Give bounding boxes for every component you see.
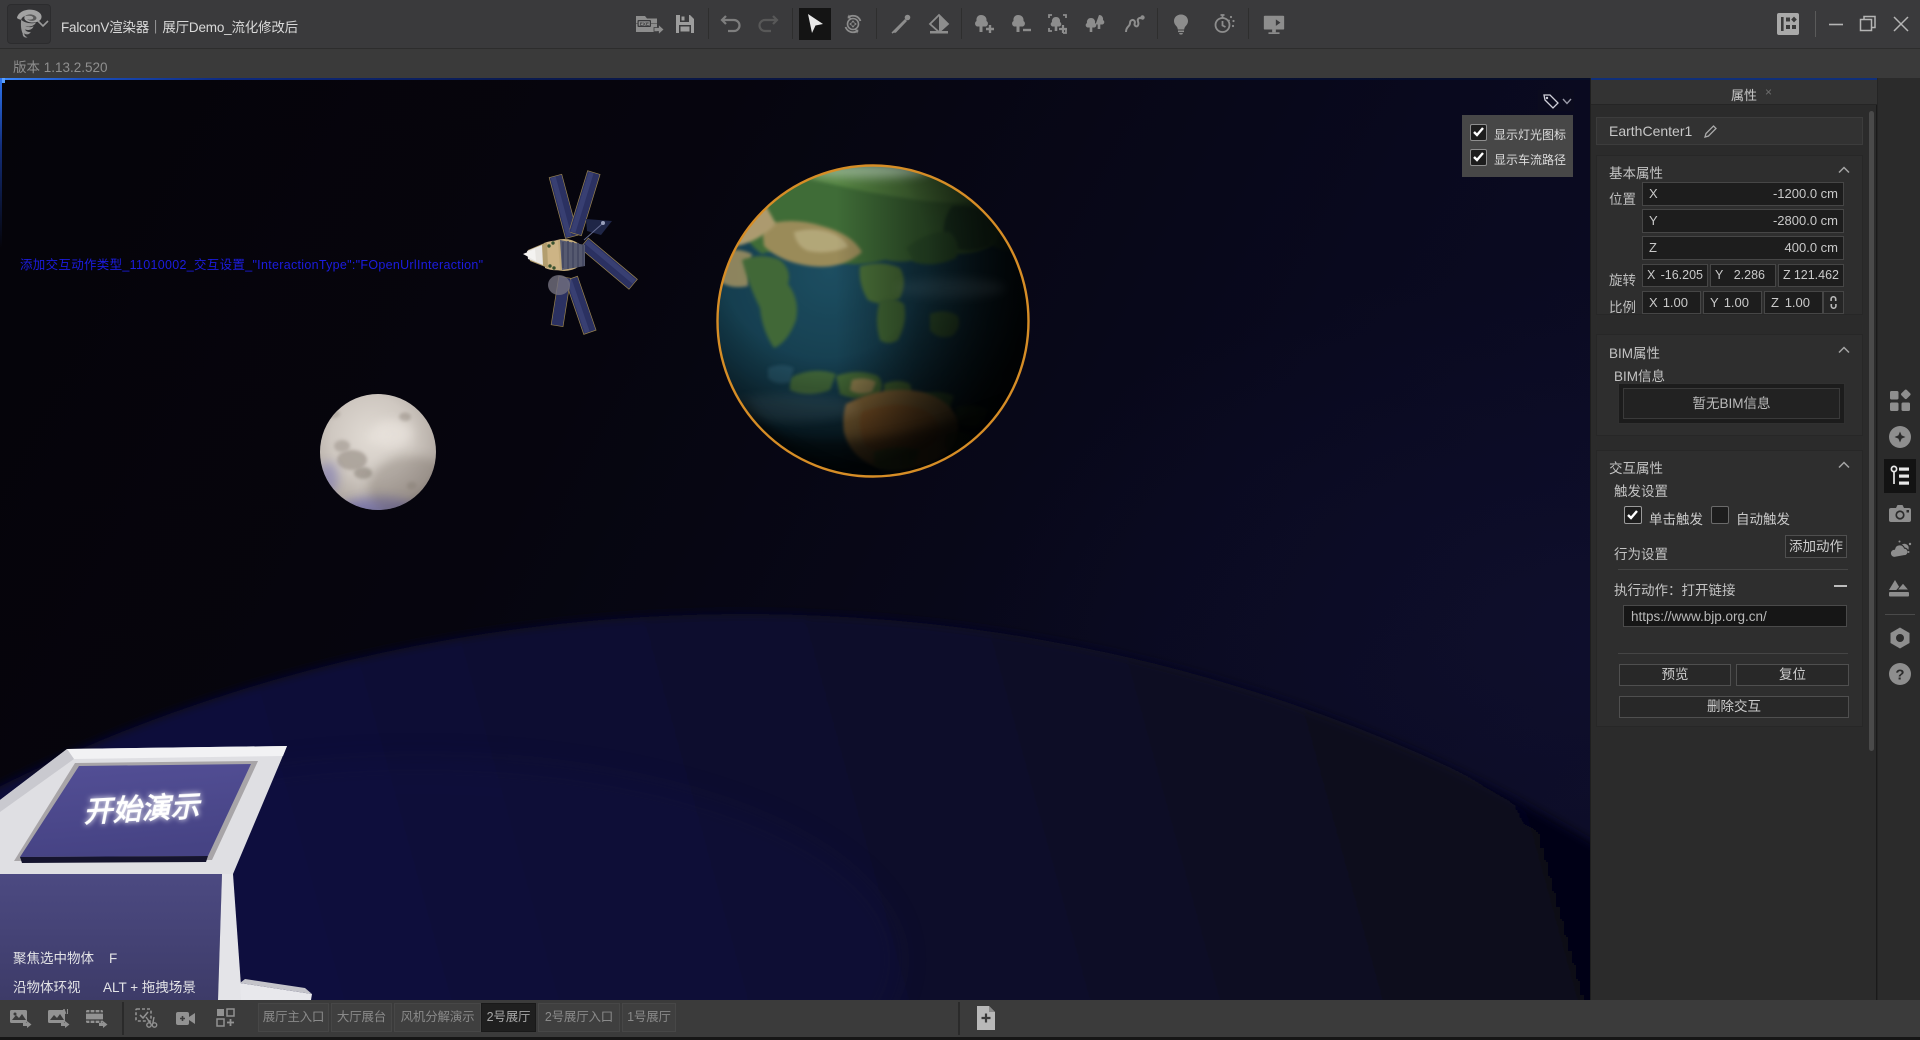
svg-text:AI: AI	[62, 1009, 69, 1016]
svg-text:?: ?	[1895, 667, 1904, 684]
svg-text:EXE: EXE	[640, 21, 649, 26]
svg-text:开始演示: 开始演示	[83, 790, 204, 829]
